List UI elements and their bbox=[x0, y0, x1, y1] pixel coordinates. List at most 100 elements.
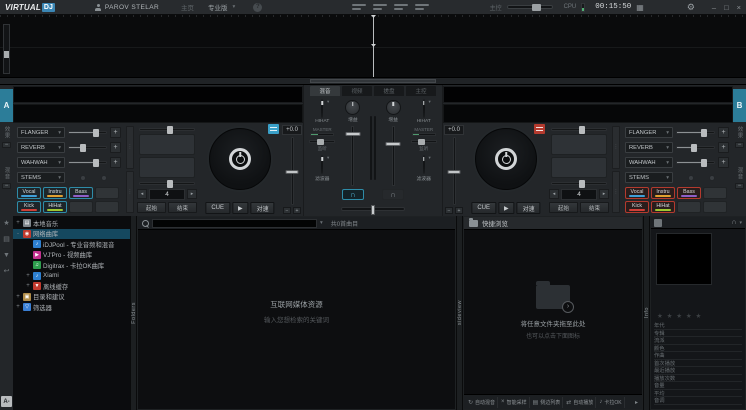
tree-item-xiami[interactable]: + ♪ Xiami bbox=[13, 271, 130, 282]
stem-pad-vocal[interactable]: Vocal bbox=[625, 187, 649, 199]
gear-icon[interactable]: ⚙ bbox=[687, 2, 695, 13]
fx-activate-button[interactable]: + bbox=[718, 157, 729, 168]
gain-knob[interactable] bbox=[386, 100, 401, 115]
loop-in-button[interactable]: 起始 bbox=[549, 202, 578, 213]
fx-amount-slider[interactable] bbox=[676, 146, 715, 149]
cue-button[interactable]: CUE bbox=[471, 202, 496, 214]
stems-dropdown[interactable]: STEMS▾ bbox=[625, 172, 673, 183]
toolbar-sampler[interactable]: ×智能采样 bbox=[499, 397, 530, 408]
blank-pad[interactable] bbox=[703, 201, 727, 213]
favorites-star-icon[interactable]: ★ bbox=[3, 220, 9, 227]
deck-a-tab[interactable]: A bbox=[0, 89, 13, 122]
stem-pad-instru[interactable]: Instru bbox=[43, 187, 67, 199]
calendar-icon[interactable]: ▦ bbox=[636, 3, 644, 12]
stems-dropdown[interactable]: STEMS▾ bbox=[17, 172, 65, 183]
toolbar-autoplay[interactable]: ⇄自动播放 bbox=[564, 397, 596, 408]
wave-layout-icon[interactable] bbox=[352, 3, 366, 12]
pad-button[interactable] bbox=[139, 157, 195, 178]
home-label[interactable]: 主页 bbox=[181, 2, 194, 12]
scrub-window[interactable] bbox=[310, 79, 436, 83]
fx-amount-slider[interactable] bbox=[68, 131, 107, 134]
play-button[interactable]: ▶ bbox=[498, 202, 515, 214]
stem-pad-hihat[interactable]: HiHat bbox=[651, 201, 675, 213]
loop-out-button[interactable]: 结束 bbox=[580, 202, 609, 213]
chevron-down-icon[interactable]: ▾ bbox=[320, 220, 323, 226]
loop-length-value[interactable]: 4 bbox=[561, 189, 597, 200]
cue-mix-slider[interactable] bbox=[411, 140, 437, 143]
loop-in-button[interactable]: 起始 bbox=[137, 202, 166, 213]
fx-select-dropdown[interactable]: WAHWAH▾ bbox=[625, 157, 673, 168]
deck-b-tab[interactable]: B bbox=[733, 89, 746, 122]
collapse-button[interactable]: − bbox=[735, 183, 744, 189]
tree-item-digitrax[interactable]: ♫ Digitrax - 卡拉OK曲库 bbox=[13, 260, 130, 271]
fx-amount-slider[interactable] bbox=[676, 131, 715, 134]
stem-pad-bass[interactable]: Bass bbox=[677, 187, 701, 199]
play-button[interactable]: ▶ bbox=[232, 202, 249, 214]
headphone-icon[interactable]: ∩ bbox=[731, 219, 736, 226]
info-vertical-tab[interactable]: Info bbox=[643, 216, 650, 410]
headphone-cue-button[interactable]: ∩ bbox=[342, 189, 364, 200]
tree-item-idjpool[interactable]: ♪ iDJPool - 专业音频和混音 bbox=[13, 239, 130, 250]
chevron-down-icon[interactable]: ▾ bbox=[327, 99, 329, 105]
add-folder-icon[interactable]: › bbox=[562, 301, 574, 313]
waveform-overview[interactable] bbox=[0, 15, 746, 85]
playlist-icon[interactable]: ▤ bbox=[3, 236, 10, 243]
fx-select-dropdown[interactable]: WAHWAH▾ bbox=[17, 157, 65, 168]
help-button[interactable]: ? bbox=[253, 3, 262, 12]
toolbar-automix[interactable]: ↻自动混音 bbox=[466, 397, 498, 408]
sync-button[interactable]: 对速 bbox=[251, 202, 275, 214]
filter-knob[interactable] bbox=[423, 155, 425, 174]
wave-layout-icon[interactable] bbox=[373, 3, 387, 12]
pad-param-slider[interactable] bbox=[551, 128, 607, 131]
collapse-button[interactable]: − bbox=[2, 142, 11, 148]
fx-select-dropdown[interactable]: FLANGER▾ bbox=[17, 127, 65, 138]
search-input[interactable] bbox=[152, 219, 317, 228]
section-grip[interactable]: ⋮ bbox=[126, 126, 134, 169]
fx-select-dropdown[interactable]: FLANGER▾ bbox=[625, 127, 673, 138]
stem-eq-knob[interactable] bbox=[423, 99, 425, 118]
gain-knob[interactable] bbox=[345, 100, 360, 115]
stem-pad-vocal[interactable]: Vocal bbox=[17, 187, 41, 199]
stem-pad-kick[interactable]: Kick bbox=[625, 201, 649, 213]
pad-param-slider[interactable] bbox=[139, 182, 195, 185]
master-volume-slider[interactable] bbox=[507, 5, 553, 9]
collapse-button[interactable]: − bbox=[735, 142, 744, 148]
sync-button[interactable]: 对速 bbox=[517, 202, 541, 214]
fx-amount-slider[interactable] bbox=[676, 161, 715, 164]
tab-scratch[interactable]: 搓盘 bbox=[374, 86, 404, 96]
pad-button[interactable] bbox=[139, 134, 195, 155]
deck-a-title-strip[interactable] bbox=[13, 86, 303, 103]
chevron-down-icon[interactable]: ▾ bbox=[327, 155, 329, 161]
prelisten-box-icon[interactable] bbox=[654, 219, 662, 227]
cue-button[interactable]: CUE bbox=[205, 202, 230, 214]
wave-layout-icon[interactable] bbox=[415, 3, 429, 12]
filter-icon[interactable]: ▼ bbox=[3, 252, 10, 259]
stem-knob[interactable] bbox=[80, 175, 86, 181]
user-account-button[interactable]: PAROV STELAR bbox=[95, 4, 159, 11]
fx-activate-button[interactable]: + bbox=[718, 142, 729, 153]
back-icon[interactable]: ↩ bbox=[4, 268, 10, 275]
fx-activate-button[interactable]: + bbox=[718, 127, 729, 138]
tree-item-offline-cache[interactable]: + ▼ 离线缓存 bbox=[13, 281, 130, 292]
chevron-down-icon[interactable]: ▾ bbox=[428, 99, 430, 105]
maximize-button[interactable]: □ bbox=[724, 3, 729, 12]
fx-activate-button[interactable]: + bbox=[110, 142, 121, 153]
chevron-down-icon[interactable]: ▾ bbox=[739, 220, 742, 226]
blank-pad[interactable] bbox=[69, 201, 93, 213]
wave-zoom-slider[interactable] bbox=[3, 24, 10, 74]
section-grip[interactable]: ⋮ bbox=[612, 126, 620, 169]
pad-param-slider[interactable] bbox=[139, 128, 195, 131]
toolbar-sidelist[interactable]: ▤侧边列表 bbox=[531, 397, 564, 408]
stem-knob[interactable] bbox=[101, 175, 107, 181]
beatkeeper-badge[interactable] bbox=[534, 124, 545, 134]
pad-button[interactable] bbox=[551, 157, 607, 178]
toolbar-more-arrow[interactable]: ▸ bbox=[633, 399, 640, 406]
chevron-down-icon[interactable]: ▾ bbox=[428, 155, 430, 161]
pitch-minus-button[interactable]: − bbox=[445, 207, 453, 214]
loop-out-button[interactable]: 结束 bbox=[168, 202, 197, 213]
crossfader[interactable] bbox=[341, 207, 405, 211]
beatkeeper-badge[interactable] bbox=[268, 124, 279, 134]
pitch-slider[interactable] bbox=[291, 137, 294, 205]
pad-button[interactable] bbox=[551, 134, 607, 155]
pitch-plus-button[interactable]: + bbox=[455, 207, 463, 214]
